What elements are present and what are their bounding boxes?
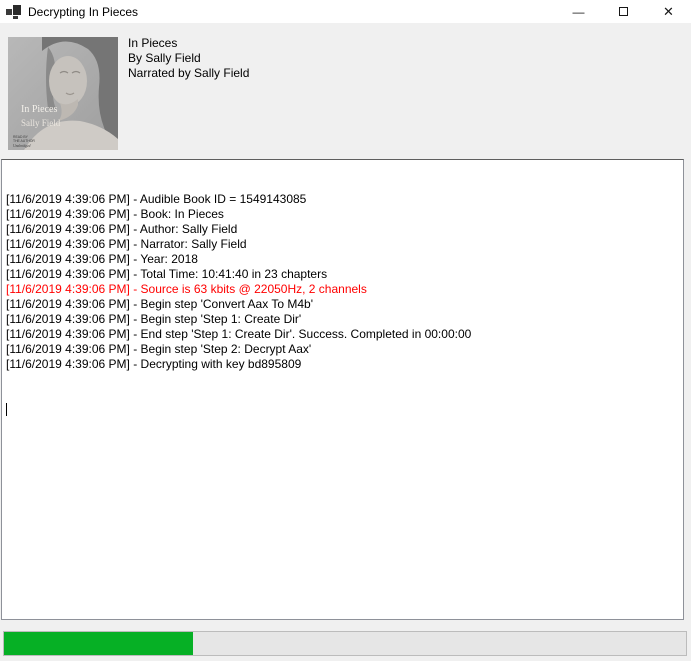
log-line: [11/6/2019 4:39:06 PM] - Author: Sally F… (6, 222, 679, 237)
window-controls: — ✕ (556, 0, 691, 23)
book-narrator: Narrated by Sally Field (128, 66, 249, 81)
log-textbox[interactable]: [11/6/2019 4:39:06 PM] - Audible Book ID… (1, 159, 684, 620)
log-line: [11/6/2019 4:39:06 PM] - Begin step 'Ste… (6, 342, 679, 357)
log-line: [11/6/2019 4:39:06 PM] - Book: In Pieces (6, 207, 679, 222)
cover-readby-line2: THE AUTHOR (13, 139, 35, 143)
maximize-button[interactable] (601, 0, 646, 23)
log-line: [11/6/2019 4:39:06 PM] - Narrator: Sally… (6, 237, 679, 252)
progress-bar-fill (4, 632, 193, 655)
window-title: Decrypting In Pieces (28, 5, 138, 19)
cover-author-text: Sally Field (21, 118, 61, 128)
cover-title-text: In Pieces (21, 104, 57, 115)
book-cover-image: In Pieces Sally Field READ BY THE AUTHOR… (8, 37, 118, 150)
log-line: [11/6/2019 4:39:06 PM] - Audible Book ID… (6, 192, 679, 207)
app-window: Decrypting In Pieces — ✕ (0, 0, 691, 661)
log-line: [11/6/2019 4:39:06 PM] - End step 'Step … (6, 327, 679, 342)
title-bar[interactable]: Decrypting In Pieces — ✕ (0, 0, 691, 23)
book-author: By Sally Field (128, 51, 249, 66)
minimize-button[interactable]: — (556, 0, 601, 23)
log-line: [11/6/2019 4:39:06 PM] - Begin step 'Ste… (6, 312, 679, 327)
progress-bar (3, 631, 687, 656)
book-title: In Pieces (128, 36, 249, 51)
log-lines: [11/6/2019 4:39:06 PM] - Audible Book ID… (6, 192, 679, 372)
app-icon (6, 4, 21, 19)
text-cursor (6, 403, 7, 416)
maximize-icon (619, 7, 628, 16)
log-line: [11/6/2019 4:39:06 PM] - Decrypting with… (6, 357, 679, 372)
cover-edition-text: Unabridged (13, 144, 31, 148)
log-line: [11/6/2019 4:39:06 PM] - Source is 63 kb… (6, 282, 679, 297)
log-line: [11/6/2019 4:39:06 PM] - Begin step 'Con… (6, 297, 679, 312)
log-line: [11/6/2019 4:39:06 PM] - Total Time: 10:… (6, 267, 679, 282)
caret-row (6, 402, 679, 417)
log-line: [11/6/2019 4:39:06 PM] - Year: 2018 (6, 252, 679, 267)
book-metadata: In Pieces By Sally Field Narrated by Sal… (128, 36, 249, 81)
book-cover-art: In Pieces Sally Field READ BY THE AUTHOR… (8, 37, 118, 150)
close-button[interactable]: ✕ (646, 0, 691, 23)
